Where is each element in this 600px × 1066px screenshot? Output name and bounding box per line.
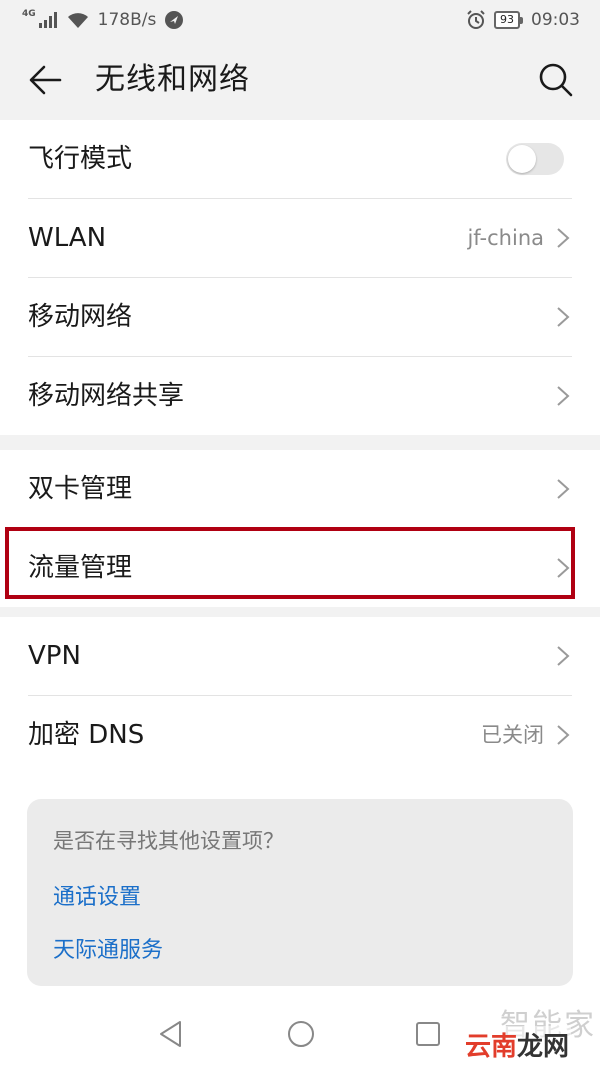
wlan-network-name: jf-china <box>467 226 544 250</box>
mobile-network-label: 移动网络 <box>28 302 133 332</box>
chevron-right-icon <box>557 228 570 248</box>
network-speed: 178B/s <box>97 10 157 30</box>
watermark-logo: 云南龙网 <box>463 1026 572 1063</box>
chevron-right-icon <box>557 386 570 406</box>
suggestions-question: 是否在寻找其他设置项？ <box>53 829 284 853</box>
status-time: 09:03 <box>531 10 580 30</box>
watermark-part-a: 云南 <box>465 1032 518 1062</box>
cellular-signal-icon <box>38 12 57 28</box>
airplane-mode-toggle[interactable] <box>506 143 564 175</box>
tethering-row[interactable]: 移动网络共享 <box>28 357 572 435</box>
chevron-right-icon <box>557 307 570 327</box>
app-notification-icon <box>165 11 184 29</box>
app-header: 无线和网络 <box>0 40 600 120</box>
highlight-box <box>5 527 575 599</box>
battery-level: 93 <box>494 11 520 29</box>
airplane-mode-label: 飞行模式 <box>28 144 133 174</box>
wifi-icon <box>67 13 88 28</box>
status-left: 4G 178B/s <box>22 9 184 31</box>
private-dns-status: 已关闭 <box>481 723 544 747</box>
dual-sim-row[interactable]: 双卡管理 <box>28 450 572 529</box>
airplane-mode-row[interactable]: 飞行模式 <box>28 120 572 199</box>
back-button[interactable] <box>24 58 68 102</box>
vpn-label: VPN <box>28 641 81 671</box>
dual-sim-label: 双卡管理 <box>28 474 133 504</box>
nav-recent-apps-icon[interactable] <box>415 1021 441 1047</box>
chevron-right-icon <box>557 646 570 666</box>
search-icon <box>539 63 573 97</box>
settings-group-vpn: VPN 加密 DNS 已关闭 <box>0 617 600 774</box>
skytone-service-link[interactable]: 天际通服务 <box>53 932 163 964</box>
battery-tip <box>520 16 523 24</box>
page-title: 无线和网络 <box>95 62 250 97</box>
chevron-right-icon <box>557 725 570 745</box>
suggestions-card: 是否在寻找其他设置项？ 通话设置 天际通服务 <box>27 799 573 986</box>
tethering-label: 移动网络共享 <box>28 381 185 411</box>
watermark-part-b: 龙网 <box>517 1032 570 1062</box>
private-dns-row[interactable]: 加密 DNS 已关闭 <box>28 696 572 774</box>
search-button[interactable] <box>534 58 578 102</box>
toggle-knob <box>508 145 536 173</box>
vpn-row[interactable]: VPN <box>28 617 572 696</box>
status-right: 93 09:03 <box>466 9 580 31</box>
nav-home-icon[interactable] <box>287 1020 315 1048</box>
wlan-row[interactable]: WLAN jf-china <box>28 199 572 278</box>
network-type-label: 4G <box>22 9 36 19</box>
status-bar: 4G 178B/s 93 09:03 <box>0 0 600 40</box>
settings-group-network: 飞行模式 WLAN jf-china 移动网络 移动网络共享 <box>0 120 600 435</box>
nav-back-icon[interactable] <box>158 1020 184 1048</box>
mobile-network-row[interactable]: 移动网络 <box>28 278 572 357</box>
private-dns-label: 加密 DNS <box>28 720 145 750</box>
chevron-right-icon <box>557 479 570 499</box>
battery-indicator: 93 <box>494 11 523 29</box>
alarm-icon <box>467 10 485 29</box>
wlan-label: WLAN <box>28 223 107 253</box>
call-settings-link[interactable]: 通话设置 <box>53 879 141 911</box>
arrow-left-icon <box>29 65 62 95</box>
